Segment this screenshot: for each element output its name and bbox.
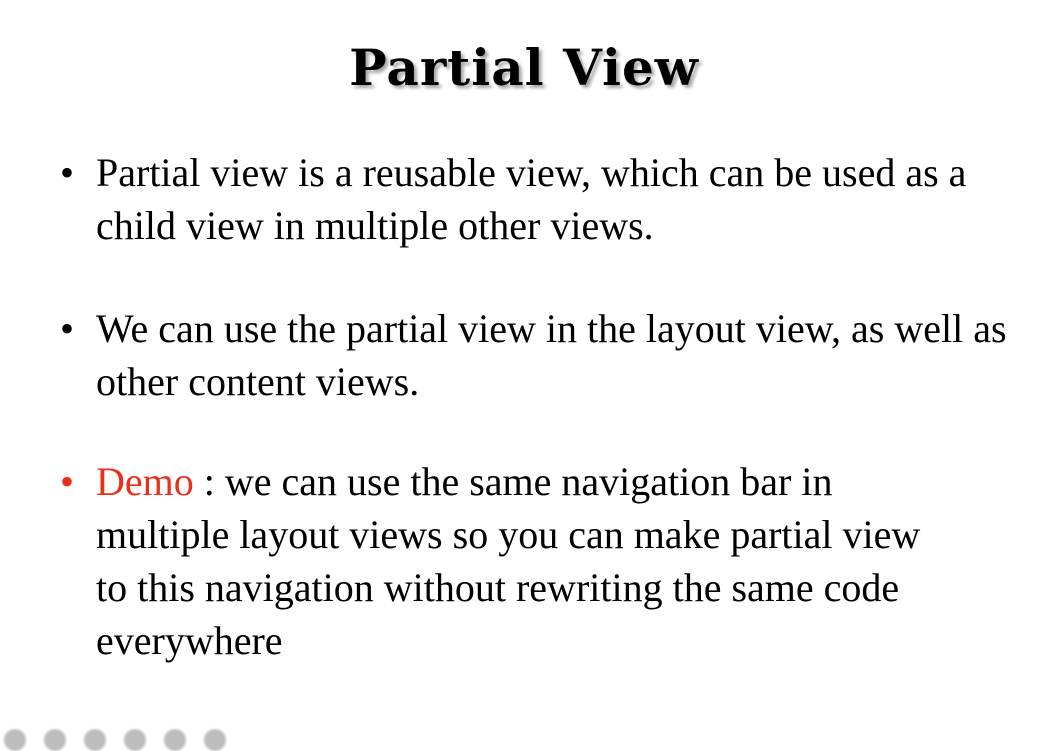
- bullet-text: Partial view is a reusable view, which c…: [96, 150, 967, 248]
- bullet-item: • Demo : we can use the same navigation …: [60, 455, 940, 667]
- bullet-icon: •: [60, 459, 75, 504]
- nav-dot: [84, 729, 106, 751]
- slide-nav-dots: [4, 729, 226, 751]
- bullet-icon: •: [60, 150, 75, 195]
- nav-dot: [44, 729, 66, 751]
- nav-dot: [204, 729, 226, 751]
- bullet-text: We can use the partial view in the layou…: [96, 306, 1007, 404]
- bullet-item: • We can use the partial view in the lay…: [60, 302, 1020, 408]
- demo-highlight: Demo: [96, 459, 194, 504]
- nav-dot: [4, 729, 26, 751]
- bullet-item: • Partial view is a reusable view, which…: [60, 146, 1020, 252]
- nav-dot: [124, 729, 146, 751]
- nav-dot: [164, 729, 186, 751]
- slide-title: Partial View: [349, 38, 699, 97]
- bullet-text: : we can use the same navigation bar in …: [96, 459, 921, 663]
- bullet-icon: •: [60, 306, 75, 351]
